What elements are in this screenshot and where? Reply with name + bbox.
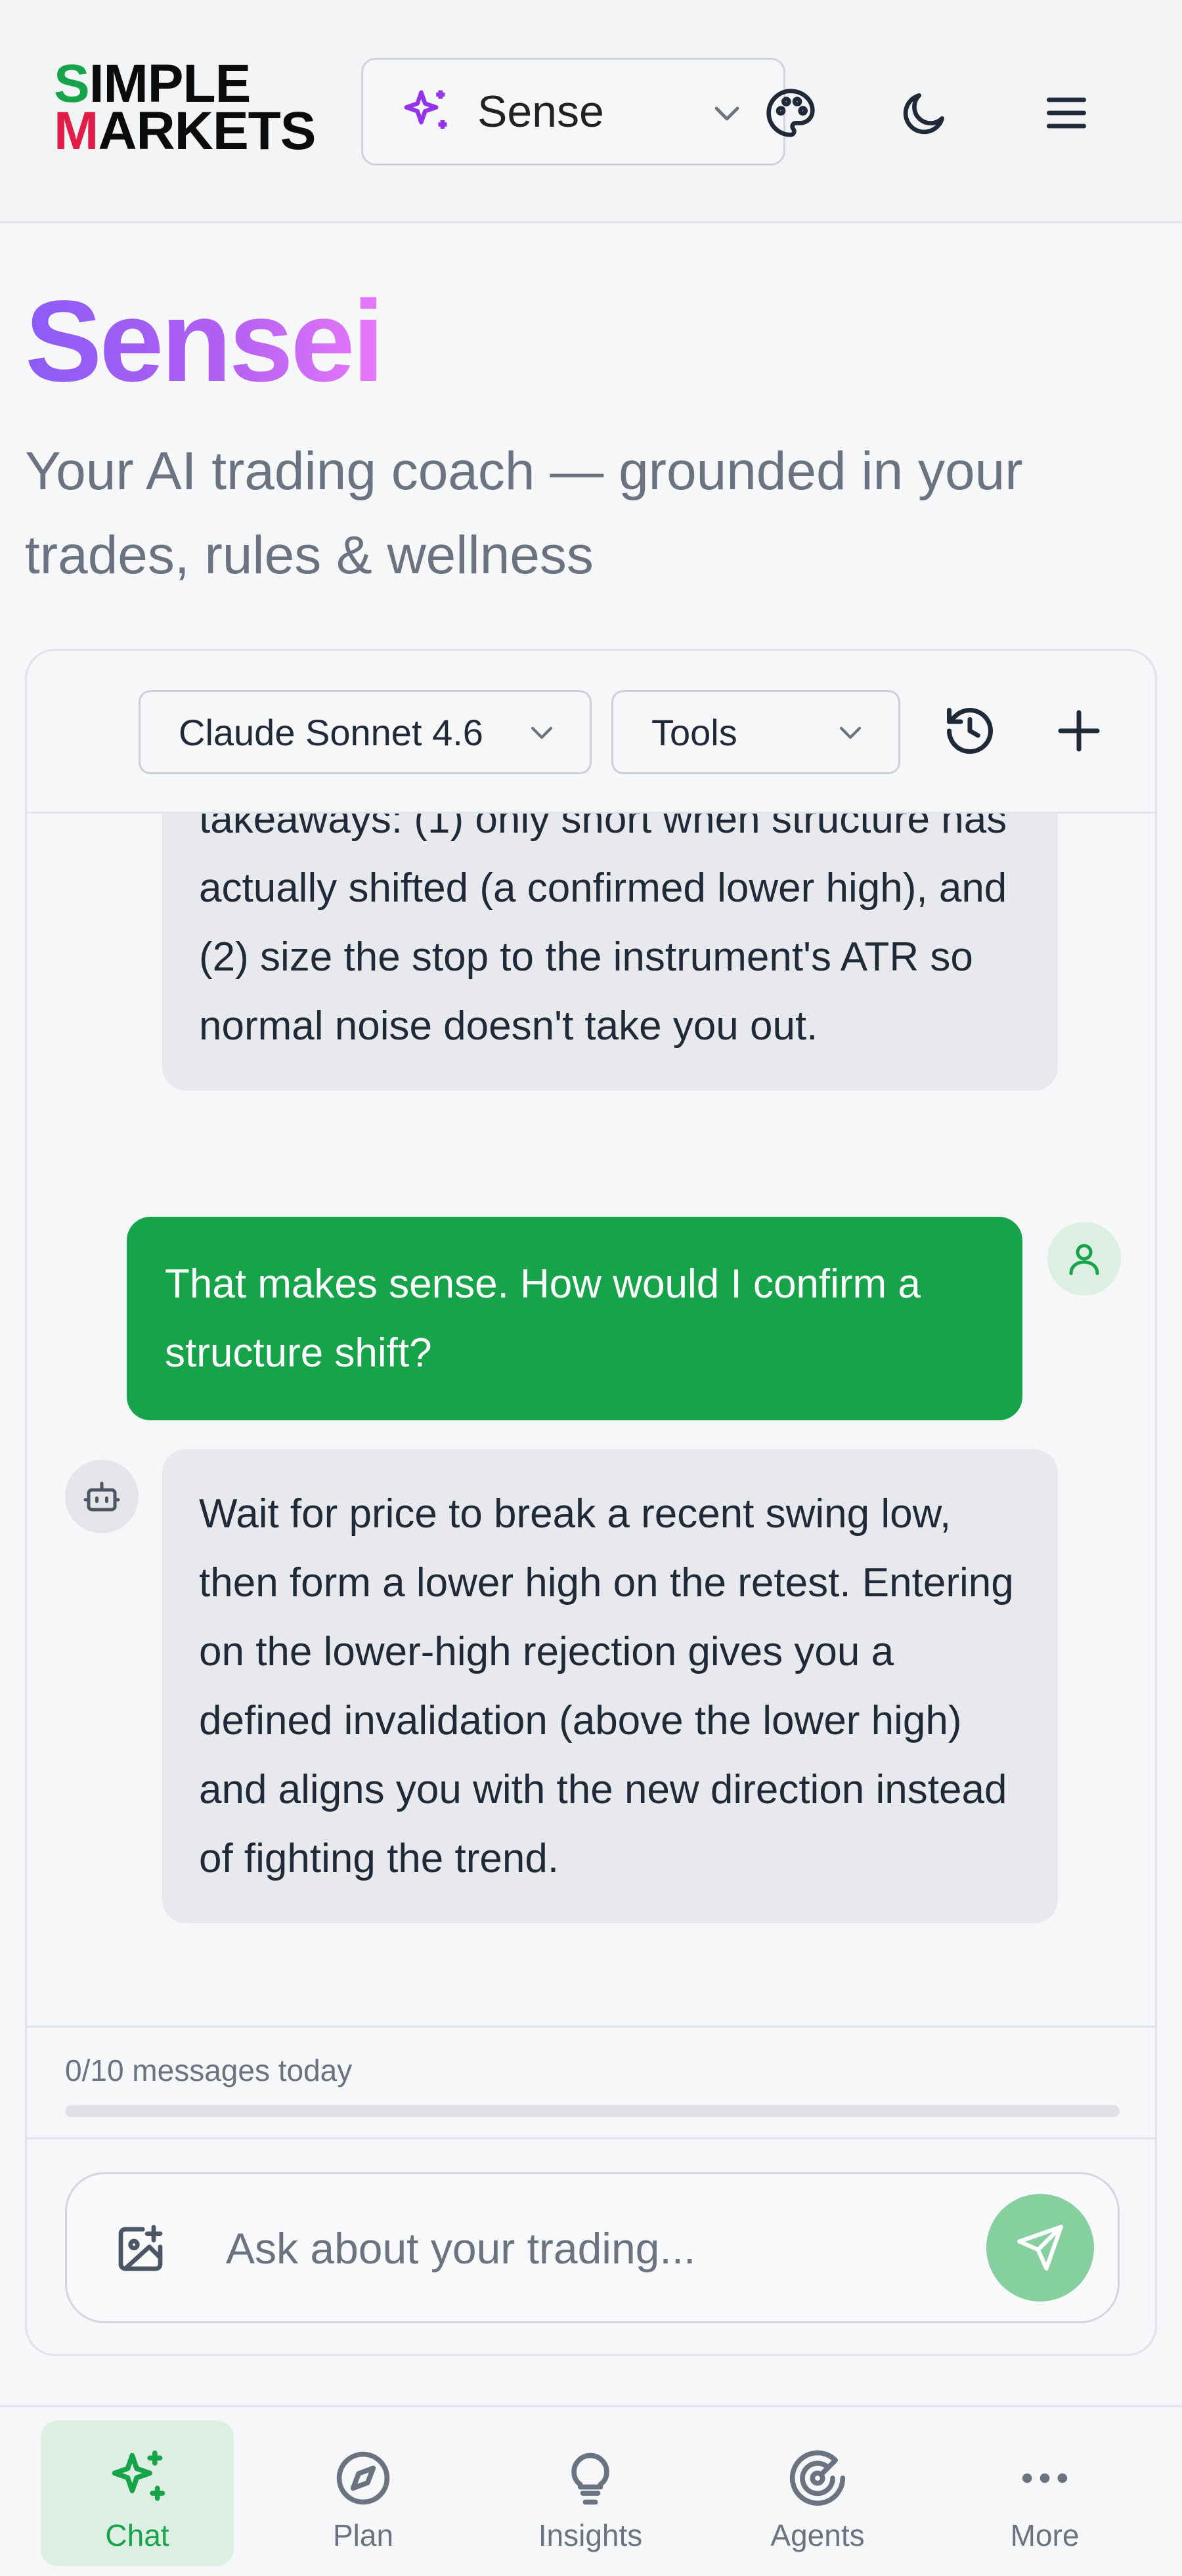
top-header: SIMPLE MARKETS Sense xyxy=(0,0,1182,223)
page: SIMPLE MARKETS Sense Sensei Your AI trad… xyxy=(0,0,1182,2576)
sparkle-icon xyxy=(404,90,447,129)
assistant-message: Wait for price to break a recent swing l… xyxy=(162,1449,1058,1923)
bottom-nav: Chat Plan Insights Agents More xyxy=(0,2405,1182,2576)
page-title: Sensei xyxy=(25,277,384,406)
nav-plan[interactable]: Plan xyxy=(267,2420,460,2566)
palette-icon[interactable] xyxy=(764,87,817,139)
nav-label: Chat xyxy=(105,2518,169,2552)
image-upload-icon[interactable] xyxy=(114,2223,167,2275)
chevron-down-icon xyxy=(714,106,739,121)
nav-label: More xyxy=(1010,2518,1080,2552)
menu-icon[interactable] xyxy=(1040,87,1093,139)
mode-select[interactable]: Sense xyxy=(361,58,785,165)
assistant-message: takeaways: (1) only short when structure… xyxy=(162,814,1058,1091)
user-message: That makes sense. How would I confirm a … xyxy=(127,1217,1022,1420)
user-icon xyxy=(1069,1244,1099,1275)
nav-more[interactable]: More xyxy=(948,2420,1141,2566)
more-dots-icon xyxy=(1022,2473,1068,2483)
user-avatar xyxy=(1047,1222,1121,1296)
usage-progress-track xyxy=(65,2105,1120,2117)
sparkles-icon xyxy=(112,2450,165,2501)
nav-insights[interactable]: Insights xyxy=(494,2420,687,2566)
lightbulb-icon xyxy=(571,2453,609,2505)
tools-select[interactable]: Tools xyxy=(611,690,900,774)
logo-line-2: ARKETS xyxy=(98,101,316,161)
radar-icon xyxy=(789,2450,846,2506)
chat-toolbar: Claude Sonnet 4.6 Tools xyxy=(27,651,1155,814)
compass-icon xyxy=(336,2451,390,2505)
nav-chat[interactable]: Chat xyxy=(41,2420,234,2566)
chevron-down-icon xyxy=(839,726,862,739)
nav-agents[interactable]: Agents xyxy=(721,2420,914,2566)
moon-icon[interactable] xyxy=(898,87,951,139)
message-list[interactable]: takeaways: (1) only short when structure… xyxy=(27,814,1155,2026)
brand-logo[interactable]: SIMPLE MARKETS xyxy=(54,57,317,165)
tools-select-label: Tools xyxy=(651,711,737,753)
model-select-label: Claude Sonnet 4.6 xyxy=(179,711,483,753)
chat-panel: Claude Sonnet 4.6 Tools takeaways: (1) o… xyxy=(25,649,1157,2356)
nav-label: Agents xyxy=(770,2518,865,2552)
history-icon[interactable] xyxy=(942,703,997,758)
logo-m-mark: M xyxy=(54,101,98,161)
bot-icon xyxy=(83,1481,120,1512)
usage-meter: 0/10 messages today xyxy=(27,2026,1155,2137)
plus-icon[interactable] xyxy=(1051,703,1106,758)
mode-select-label: Sense xyxy=(477,87,604,137)
chat-input[interactable] xyxy=(226,2212,909,2284)
assistant-avatar xyxy=(65,1460,139,1533)
send-icon xyxy=(1017,2225,1063,2271)
nav-label: Plan xyxy=(332,2518,394,2552)
chevron-down-icon xyxy=(531,726,553,739)
model-select[interactable]: Claude Sonnet 4.6 xyxy=(139,690,592,774)
nav-label: Insights xyxy=(538,2518,643,2552)
composer xyxy=(27,2137,1155,2354)
send-button[interactable] xyxy=(986,2194,1094,2302)
page-subtitle: Your AI trading coach — grounded in your… xyxy=(25,441,1023,585)
composer-box xyxy=(65,2172,1120,2323)
usage-count: 0/10 messages today xyxy=(65,2053,353,2087)
